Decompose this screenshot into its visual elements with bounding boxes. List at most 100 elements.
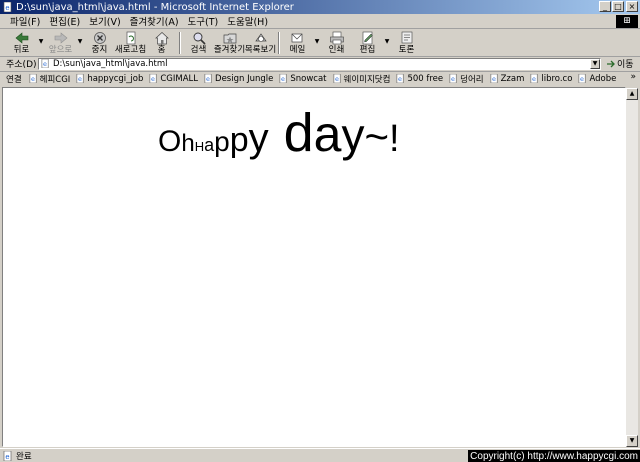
vertical-scrollbar[interactable]: ▲ ▼ xyxy=(626,88,638,447)
svg-text:e: e xyxy=(31,76,35,83)
link-adobe[interactable]: e Adobe xyxy=(578,74,616,84)
minimize-button[interactable]: _ xyxy=(599,1,611,12)
headline-char: a xyxy=(204,135,215,155)
favorites-button[interactable]: 즐겨찾기 xyxy=(214,30,245,57)
edit-button[interactable]: 편집 xyxy=(352,30,383,57)
link-snowcat[interactable]: e Snowcat xyxy=(279,74,327,84)
ie-page-icon: e xyxy=(76,74,84,83)
ie-page-icon: e xyxy=(3,2,12,12)
links-overflow-chevron-icon[interactable]: » xyxy=(630,72,636,82)
headline-char: d xyxy=(268,103,314,163)
headline-char: ~ xyxy=(364,113,389,160)
headline-char: ! xyxy=(389,118,400,160)
link-zzam[interactable]: e Zzam xyxy=(490,74,524,84)
svg-text:e: e xyxy=(399,76,403,83)
menu-bar: 파일(F) 편집(E) 보기(V) 즐겨찾기(A) 도구(T) 도움말(H) ⊞ xyxy=(0,14,640,29)
ie-page-icon: e xyxy=(490,74,498,83)
ie-page-icon: e xyxy=(204,74,212,83)
ie-page-icon: e xyxy=(397,74,404,83)
link-design-jungle[interactable]: e Design Jungle xyxy=(204,74,273,84)
svg-text:e: e xyxy=(43,61,47,68)
stop-button[interactable]: 중지 xyxy=(84,30,115,57)
link-weimage[interactable]: e 웨이미지닷컴 xyxy=(333,73,390,85)
forward-dropdown-icon[interactable]: ▼ xyxy=(76,30,84,45)
address-value: D:\sun\java_html\java.html xyxy=(53,58,168,69)
discuss-button[interactable]: 토론 xyxy=(391,30,422,57)
edit-dropdown-icon[interactable]: ▼ xyxy=(383,30,391,45)
edit-page-icon xyxy=(362,31,373,45)
standard-toolbar: 뒤로 ▼ 앞으로 ▼ 중지 새로고침 홈 검색 즐겨찾기 목록보기 메일 ▼ 인… xyxy=(0,30,640,57)
menu-view[interactable]: 보기(V) xyxy=(89,14,120,28)
headline-oh-happy-day: OhHappy day~! xyxy=(158,106,400,160)
ie-page-icon: e xyxy=(449,74,457,83)
mail-button[interactable]: 메일 xyxy=(282,30,313,57)
headline-char: h xyxy=(181,130,195,157)
menu-tools[interactable]: 도구(T) xyxy=(188,14,219,28)
back-button[interactable]: 뒤로 xyxy=(6,30,37,57)
ie-page-icon: e xyxy=(333,74,340,83)
status-text: 완료 xyxy=(16,451,32,462)
svg-text:e: e xyxy=(5,453,9,461)
link-500-free[interactable]: e 500 free xyxy=(396,74,443,84)
scroll-up-arrow-icon[interactable]: ▲ xyxy=(626,88,638,100)
links-bar: 연결 e 헤피CGI e happycgi_job e CGIMALL e De… xyxy=(0,71,640,85)
back-arrow-icon xyxy=(15,32,28,44)
go-button[interactable]: 이동 xyxy=(606,57,634,70)
address-label: 주소(D) xyxy=(6,60,37,70)
window-title: D:\sun\java_html\java.html - Microsoft I… xyxy=(16,1,294,13)
headline-char: O xyxy=(158,125,182,158)
menu-favorites[interactable]: 즐겨찾기(A) xyxy=(130,14,179,28)
headline-char: p xyxy=(229,121,249,159)
menu-help[interactable]: 도움말(H) xyxy=(227,14,268,28)
address-input[interactable]: e D:\sun\java_html\java.html ▼ xyxy=(38,57,601,70)
title-bar[interactable]: e D:\sun\java_html\java.html - Microsoft… xyxy=(0,0,640,14)
close-button[interactable]: × xyxy=(626,1,638,12)
headline-char: y xyxy=(341,109,365,161)
copyright-banner: Copyright(c) http://www.happycgi.com xyxy=(468,450,640,462)
history-button[interactable]: 목록보기 xyxy=(245,30,276,57)
status-bar: e 완료 Copyright(c) http://www.happycgi.co… xyxy=(0,448,640,462)
link-libro[interactable]: e libro.co xyxy=(530,74,572,84)
home-button[interactable]: 홈 xyxy=(146,30,177,57)
search-button[interactable]: 검색 xyxy=(183,30,214,57)
svg-text:e: e xyxy=(451,76,455,83)
mail-dropdown-icon[interactable]: ▼ xyxy=(313,30,321,45)
ie-page-icon: e xyxy=(150,74,157,83)
ie-page-icon: e xyxy=(29,74,37,83)
page-content: OhHappy day~! xyxy=(2,87,626,447)
link-deongeori[interactable]: e 덩어리 xyxy=(449,73,484,85)
ie-page-icon: e xyxy=(579,74,586,83)
svg-text:e: e xyxy=(206,76,210,83)
svg-text:e: e xyxy=(78,76,82,83)
headline-char: p xyxy=(214,126,230,157)
scroll-down-arrow-icon[interactable]: ▼ xyxy=(626,435,638,447)
ie-page-icon: e xyxy=(3,450,12,461)
link-happycgi[interactable]: e 헤피CGI xyxy=(29,73,70,85)
svg-text:e: e xyxy=(533,76,537,83)
discuss-icon xyxy=(401,31,412,44)
headline-char: H xyxy=(194,139,205,154)
links-label: 연결 xyxy=(6,74,22,85)
headline-char: a xyxy=(313,106,342,162)
refresh-button[interactable]: 새로고침 xyxy=(115,30,146,57)
maximize-button[interactable]: □ xyxy=(612,1,624,12)
menu-file[interactable]: 파일(F) xyxy=(10,14,40,28)
link-cgimall[interactable]: e CGIMALL xyxy=(149,74,198,84)
menu-edit[interactable]: 편집(E) xyxy=(49,14,80,28)
back-dropdown-icon[interactable]: ▼ xyxy=(37,30,45,45)
address-bar: 주소(D) e D:\sun\java_html\java.html ▼ 이동 xyxy=(0,57,640,70)
forward-button[interactable]: 앞으로 xyxy=(45,30,76,57)
printer-icon xyxy=(329,31,344,45)
svg-text:e: e xyxy=(5,4,9,12)
toolbar-separator xyxy=(278,32,280,54)
print-button[interactable]: 인쇄 xyxy=(321,30,352,57)
link-happycgi-job[interactable]: e happycgi_job xyxy=(76,74,143,84)
ie-page-icon: e xyxy=(41,59,49,68)
home-icon xyxy=(154,32,169,45)
search-icon xyxy=(193,32,206,45)
headline-char: y xyxy=(248,116,269,160)
svg-text:e: e xyxy=(335,76,339,83)
go-arrow-icon xyxy=(607,60,615,67)
address-dropdown-icon[interactable]: ▼ xyxy=(590,58,600,69)
svg-text:e: e xyxy=(152,76,156,83)
